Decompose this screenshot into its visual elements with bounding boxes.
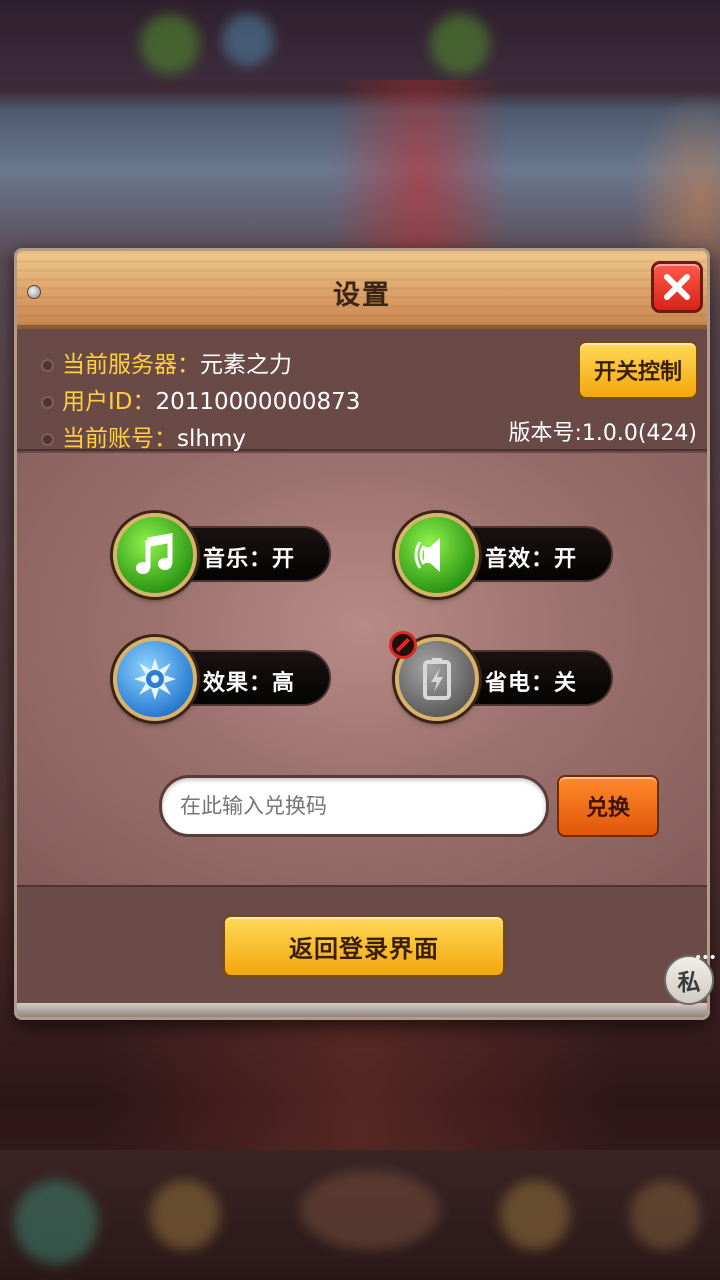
settings-dialog: 设置 当前服务器：元素之力 用户ID：20110000000873 当前账号：s… <box>14 248 710 1020</box>
user-id-row: 用户ID：20110000000873 <box>41 382 360 416</box>
user-id-value: 20110000000873 <box>155 389 361 415</box>
music-toggle[interactable]: 音乐：开 <box>113 513 335 597</box>
dialog-header: 设置 <box>17 251 707 329</box>
dialog-footer-border <box>17 1003 707 1017</box>
effects-toggle-label: 效果：高 <box>203 671 296 696</box>
effects-toggle[interactable]: 效果：高 <box>113 637 335 721</box>
background-top-bar <box>0 0 720 80</box>
background-blob <box>140 14 200 74</box>
background-blob <box>222 14 274 66</box>
bullet-dot <box>41 433 54 446</box>
background-bottom-bar <box>0 1150 720 1280</box>
power-saving-toggle-label: 省电：关 <box>485 671 578 696</box>
background-blob <box>14 1180 98 1264</box>
background-blob <box>500 1180 570 1250</box>
redeem-code-input[interactable] <box>159 775 549 837</box>
account-value: slhmy <box>177 426 246 452</box>
background-blob <box>150 1180 220 1250</box>
account-info: 当前服务器：元素之力 用户ID：20110000000873 当前账号：slhm… <box>17 331 707 453</box>
sound-toggle-button[interactable] <box>395 513 479 597</box>
settings-panel: 音乐：开 音效：开 效果：高 省电：关 在此输入兑换码 兑换 <box>17 453 707 887</box>
close-button[interactable] <box>651 261 703 313</box>
dialog-title: 设置 <box>333 280 391 311</box>
speaker-icon <box>414 538 440 572</box>
power-saving-toggle[interactable]: 省电：关 <box>389 631 617 721</box>
close-icon <box>664 274 690 300</box>
sound-toggle-label: 音效：开 <box>485 547 578 572</box>
sound-toggle[interactable]: 音效：开 <box>395 513 617 597</box>
music-note-icon <box>136 533 173 574</box>
account-row: 当前账号：slhmy <box>41 419 246 453</box>
background-blob <box>300 1170 440 1250</box>
music-toggle-button[interactable] <box>113 513 197 597</box>
redeem-button[interactable]: 兑换 <box>557 775 659 837</box>
account-label: 当前账号： <box>62 426 177 452</box>
version-label: 版本号:1.0.0(424) <box>508 421 697 446</box>
server-row: 当前服务器：元素之力 <box>41 345 292 379</box>
background-blob <box>630 1180 700 1250</box>
battery-icon <box>423 658 451 700</box>
bullet-dot <box>41 396 54 409</box>
bullet-dot <box>41 359 54 372</box>
server-value: 元素之力 <box>200 352 292 378</box>
background-blob <box>430 14 490 74</box>
ban-icon <box>389 631 417 659</box>
compass-gear-icon <box>134 658 176 700</box>
server-label: 当前服务器： <box>62 352 200 378</box>
music-toggle-label: 音乐：开 <box>203 547 296 572</box>
effects-toggle-button[interactable] <box>113 637 197 721</box>
back-to-login-button[interactable]: 返回登录界面 <box>223 915 505 977</box>
switch-control-button[interactable]: 开关控制 <box>578 341 698 399</box>
user-id-label: 用户ID： <box>62 389 156 415</box>
private-chat-dots: ••• <box>694 950 717 966</box>
